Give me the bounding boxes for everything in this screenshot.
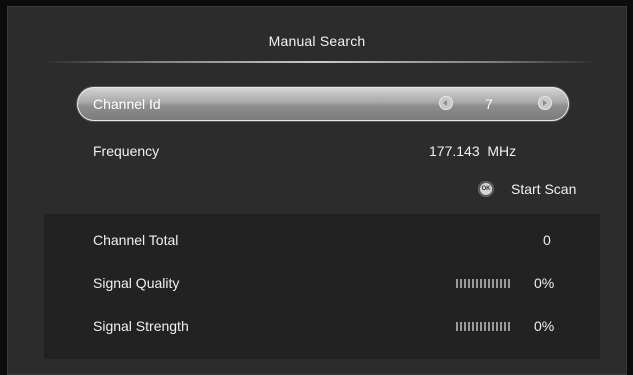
channel-total-label: Channel Total	[93, 232, 179, 248]
channel-id-selector[interactable]: Channel Id 7	[77, 87, 569, 121]
signal-quality-label: Signal Quality	[93, 275, 180, 291]
dialog-title: Manual Search	[268, 33, 366, 49]
start-scan-button[interactable]: Start Scan	[511, 181, 576, 197]
arrow-left-icon[interactable]	[439, 96, 453, 110]
signal-quality-meter	[456, 279, 510, 288]
frequency-value[interactable]: 177.143 MHz	[429, 143, 516, 159]
channel-id-value: 7	[485, 96, 493, 112]
signal-strength-meter	[456, 322, 510, 331]
channel-total-value: 0	[543, 232, 551, 248]
ok-button-icon: OK	[478, 181, 494, 197]
signal-strength-label: Signal Strength	[93, 318, 189, 334]
scan-results-panel: Channel Total 0 Signal Quality 0% Signal…	[44, 214, 600, 359]
frequency-label: Frequency	[93, 143, 160, 159]
arrow-right-icon[interactable]	[538, 96, 552, 110]
title-divider	[45, 61, 597, 63]
signal-strength-value: 0%	[534, 318, 555, 334]
signal-quality-value: 0%	[534, 275, 555, 291]
manual-search-dialog: Manual Search Channel Id 7 Frequency 177…	[7, 6, 627, 375]
channel-id-label: Channel Id	[93, 96, 161, 112]
